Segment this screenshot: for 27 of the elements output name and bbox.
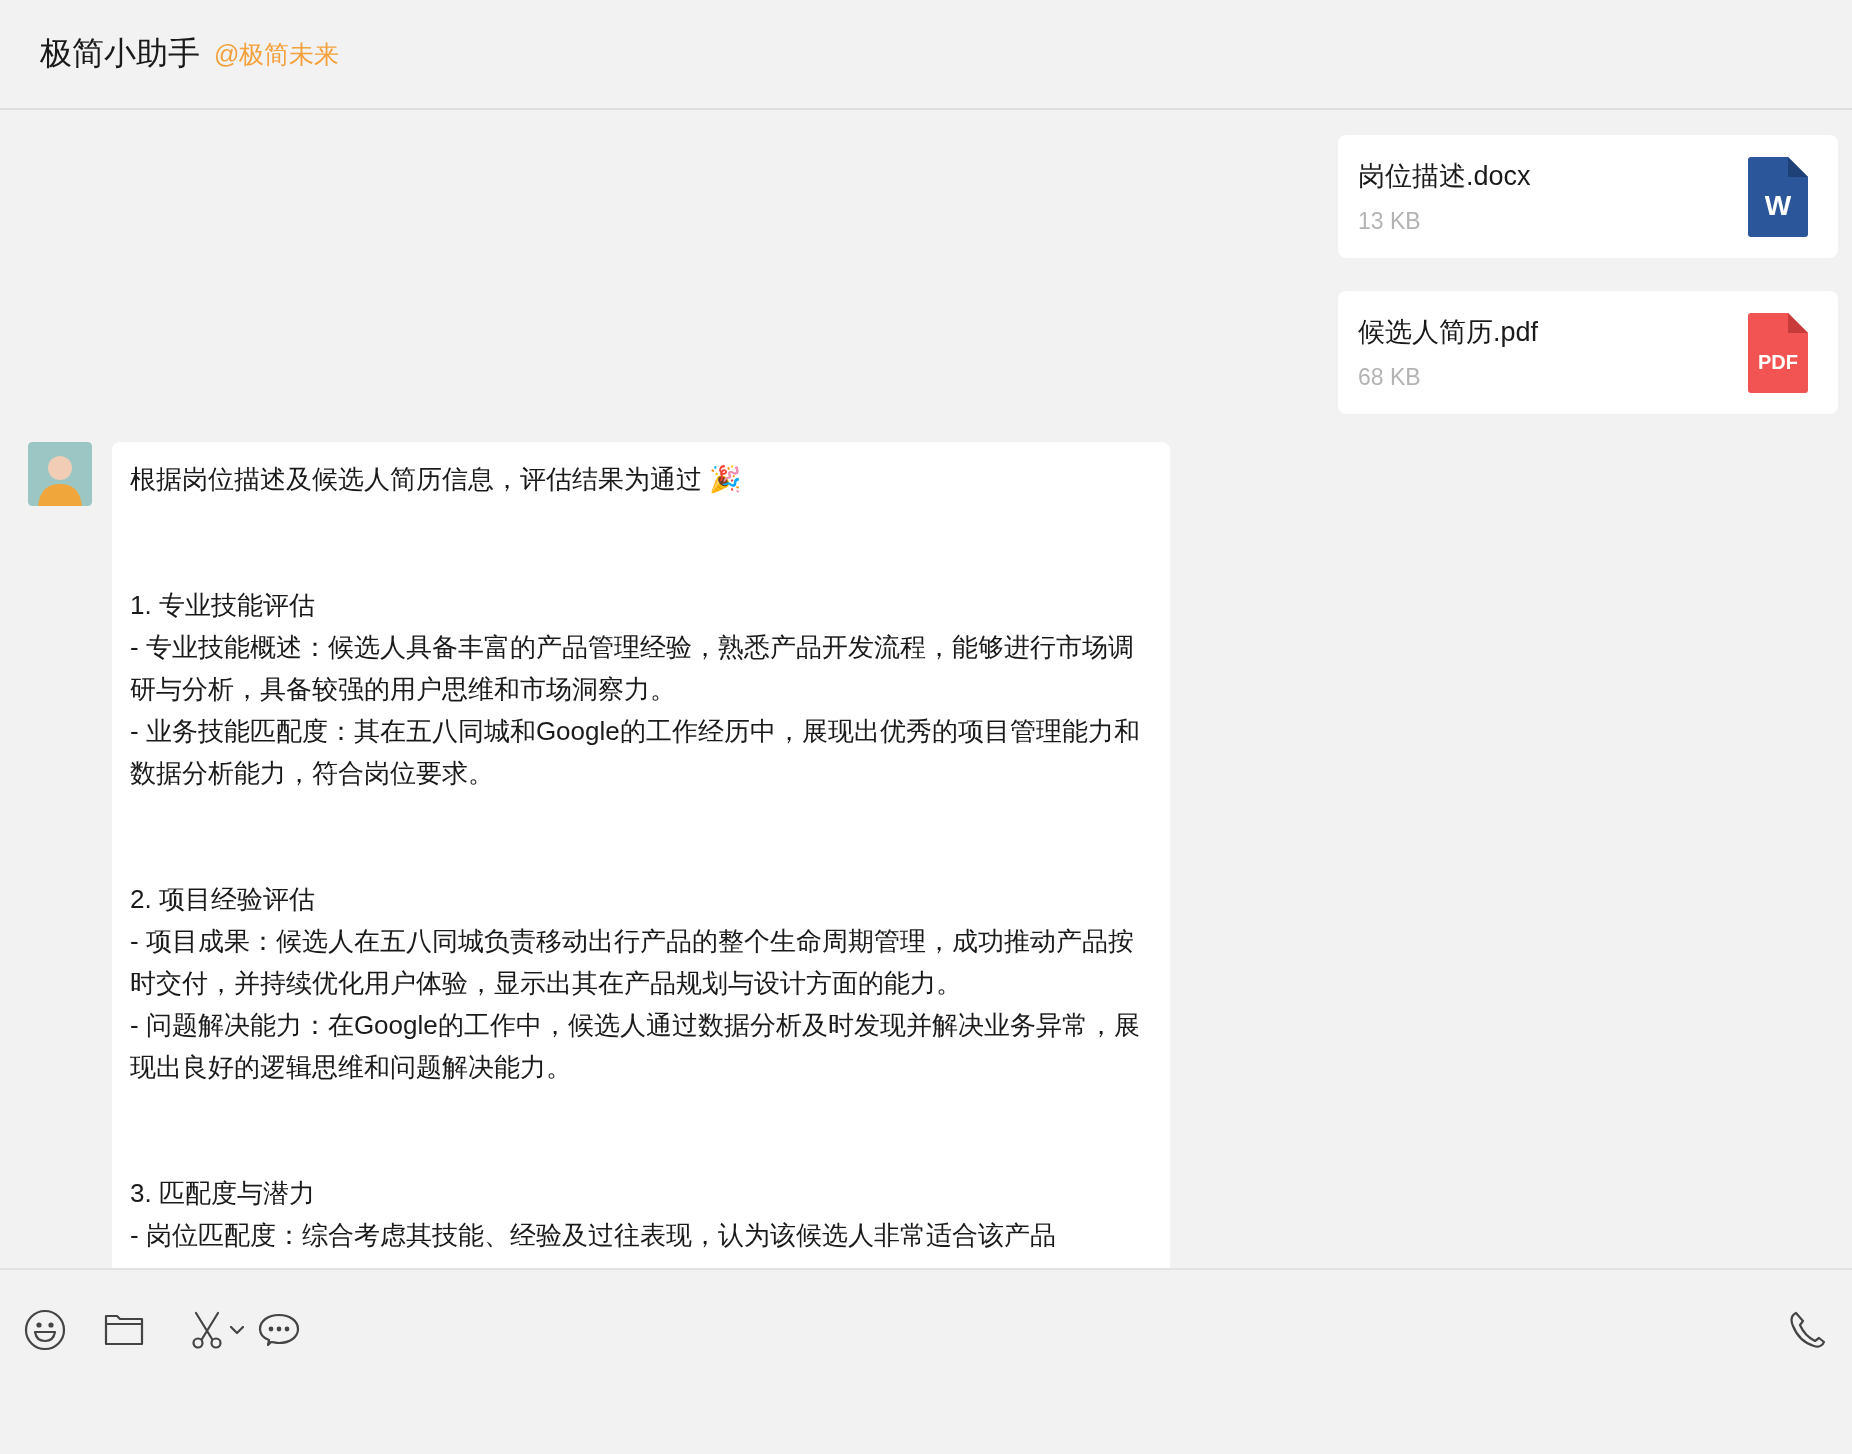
- file-card[interactable]: 岗位描述.docx 13 KB W: [1338, 135, 1838, 258]
- message-text: - 问题解决能力：在Google的工作中，候选人通过数据分析及时发现并解决业务异常，展现出良好的逻辑思维和问题解决能力。: [130, 1009, 1141, 1084]
- file-card[interactable]: 候选人简历.pdf 68 KB PDF: [1338, 291, 1838, 414]
- message-text: - 岗位匹配度：综合考虑其技能、经验及过往表现，认为该候选人非常适合该产品: [130, 1219, 1057, 1252]
- emoji-icon[interactable]: [24, 1309, 66, 1351]
- avatar: [28, 442, 92, 506]
- file-size: 68 KB: [1358, 364, 1422, 391]
- caret-icon[interactable]: [230, 1325, 244, 1335]
- message-text: - 专业技能概述：候选人具备丰富的产品管理经验，熟悉产品开发流程，能够进行市场调研与分析，具备较强的用户思维和市场洞察力。: [130, 631, 1135, 706]
- document-icon: [1748, 312, 1808, 393]
- section-heading: 2. 项目经验评估: [130, 883, 316, 916]
- file-type-label: PDF: [1757, 349, 1799, 375]
- file-type-label: W: [1763, 190, 1793, 221]
- chat-bubble-icon[interactable]: [258, 1311, 300, 1349]
- section-heading: 1. 专业技能评估: [130, 589, 316, 622]
- message-text: 根据岗位描述及候选人简历信息，评估结果为通过 🎉: [130, 463, 743, 496]
- mention-tag: @极简未来: [214, 37, 340, 71]
- message-text: - 业务技能匹配度：其在五八同城和Google的工作经历中，展现出优秀的项目管理能力和数据分析能力，符合岗位要求。: [130, 715, 1141, 790]
- message-text: - 项目成果：候选人在五八同城负责移动出行产品的整个生命周期管理，成功推动产品按时交付，并持续优化用户体验，显示出其在产品规划与设计方面的能力。: [130, 925, 1135, 1000]
- file-name: 候选人简历.pdf: [1358, 316, 1539, 349]
- section-heading: 3. 匹配度与潜力: [130, 1177, 316, 1210]
- phone-icon[interactable]: [1788, 1311, 1826, 1349]
- document-icon: [1748, 156, 1808, 237]
- file-size: 13 KB: [1358, 208, 1422, 235]
- file-name: 岗位描述.docx: [1358, 160, 1531, 193]
- folder-icon[interactable]: [104, 1314, 144, 1346]
- chat-title: 极简小助手: [40, 34, 200, 73]
